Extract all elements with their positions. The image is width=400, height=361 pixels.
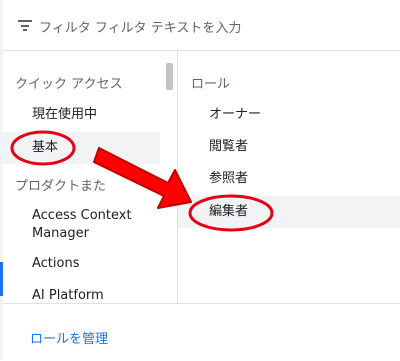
category-item-ai-platform[interactable]: AI Platform	[3, 280, 160, 303]
category-item-in-use[interactable]: 現在使用中	[3, 99, 160, 131]
quick-access-heading: クイック アクセス	[15, 77, 123, 92]
manage-roles-link[interactable]: ロールを管理	[30, 328, 108, 347]
category-scrollbar[interactable]	[166, 63, 173, 90]
role-item-owner[interactable]: オーナー	[178, 99, 400, 131]
role-item-browser[interactable]: 参照者	[178, 163, 400, 195]
role-picker-dropdown: フィルタ フィルタ テキストを入力 クイック アクセス 現在使用中 基本 プロダ…	[3, 0, 400, 360]
role-item-viewer[interactable]: 閲覧者	[178, 131, 400, 163]
dropdown-footer: ロールを管理	[3, 303, 400, 361]
filter-bar[interactable]: フィルタ フィルタ テキストを入力	[3, 0, 400, 51]
filter-icon	[18, 20, 32, 31]
category-item-access-context-manager[interactable]: Access Context Manager	[3, 203, 160, 247]
filter-input[interactable]: フィルタ フィルタ テキストを入力	[39, 17, 241, 36]
category-column: クイック アクセス 現在使用中 基本 プロダクトまた Access Contex…	[3, 51, 176, 303]
role-item-editor[interactable]: 編集者	[178, 196, 400, 228]
category-item-actions[interactable]: Actions	[3, 248, 160, 280]
products-heading: プロダクトまた	[15, 179, 107, 194]
roles-heading: ロール	[191, 77, 231, 92]
category-item-basic[interactable]: 基本	[3, 132, 160, 164]
role-column: ロール オーナー 閲覧者 参照者 編集者	[178, 51, 400, 303]
